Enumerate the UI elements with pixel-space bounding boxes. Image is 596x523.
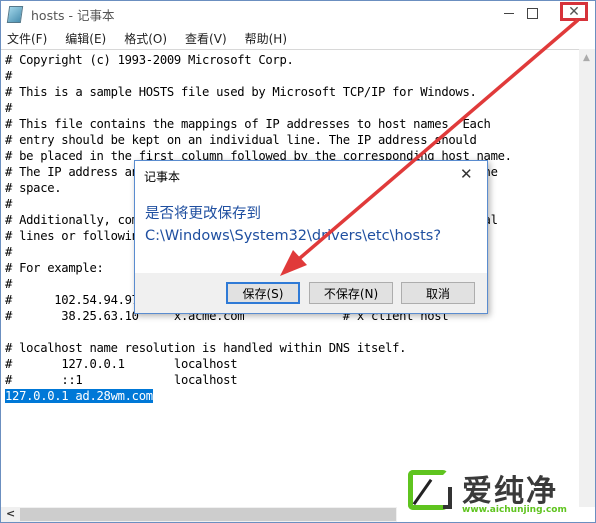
- menu-file[interactable]: 文件(F): [1, 28, 47, 48]
- dont-save-button[interactable]: 不保存(N): [309, 282, 393, 304]
- editor-line: # localhost name resolution is handled w…: [5, 341, 407, 355]
- watermark-url: www.aichunjing.com: [462, 505, 567, 515]
- maximize-icon: [526, 7, 538, 19]
- dialog-close-icon[interactable]: ✕: [460, 165, 473, 183]
- menu-help[interactable]: 帮助(H): [239, 28, 287, 48]
- scroll-up-icon[interactable]: ▲: [583, 53, 590, 63]
- watermark-logo: 爱纯净 www.aichunjing.com: [404, 462, 594, 522]
- brand-logo-icon: [408, 470, 452, 510]
- dialog-message-question: 是否将更改保存到: [145, 206, 261, 222]
- vertical-scrollbar[interactable]: ▲: [579, 49, 595, 507]
- editor-line: # entry should be kept on an individual …: [5, 133, 477, 147]
- watermark-brand: 爱纯净: [462, 474, 558, 509]
- window-title: hosts - 记事本: [31, 8, 115, 23]
- dialog-message: 是否将更改保存到 C:\Windows\System32\drivers\etc…: [145, 203, 441, 247]
- editor-line: # This file contains the mappings of IP …: [5, 117, 491, 131]
- horizontal-scroll-thumb[interactable]: [20, 508, 396, 521]
- close-icon: ✕: [568, 3, 580, 20]
- save-button[interactable]: 保存(S): [226, 282, 300, 304]
- close-button[interactable]: ✕: [560, 2, 588, 21]
- maximize-button[interactable]: [512, 1, 552, 25]
- dialog-message-path: C:\Windows\System32\drivers\etc\hosts?: [145, 228, 442, 244]
- editor-line: #: [5, 101, 13, 115]
- editor-line: #: [5, 69, 13, 83]
- menu-bar: 文件(F) 编辑(E) 格式(O) 查看(V) 帮助(H): [1, 28, 595, 48]
- editor-line: # 127.0.0.1 localhost: [5, 357, 238, 371]
- menu-edit[interactable]: 编辑(E): [59, 28, 106, 48]
- editor-line: # Copyright (c) 1993-2009 Microsoft Corp…: [5, 53, 294, 67]
- title-bar: hosts - 记事本 ✕: [1, 1, 595, 27]
- dialog-footer: 保存(S) 不保存(N) 取消: [135, 273, 487, 313]
- save-changes-dialog: 记事本 ✕ 是否将更改保存到 C:\Windows\System32\drive…: [134, 160, 488, 314]
- editor-line: # ::1 localhost: [5, 373, 238, 387]
- scroll-left-icon[interactable]: <: [6, 507, 15, 520]
- horizontal-scrollbar[interactable]: <: [1, 507, 397, 522]
- selected-text[interactable]: 127.0.0.1 ad.28wm.com: [5, 389, 153, 403]
- cancel-button[interactable]: 取消: [401, 282, 475, 304]
- notepad-icon: [6, 6, 24, 23]
- menu-format[interactable]: 格式(O): [118, 28, 167, 48]
- editor-line: # This is a sample HOSTS file used by Mi…: [5, 85, 477, 99]
- menu-view[interactable]: 查看(V): [179, 28, 227, 48]
- dialog-title: 记事本: [144, 170, 181, 184]
